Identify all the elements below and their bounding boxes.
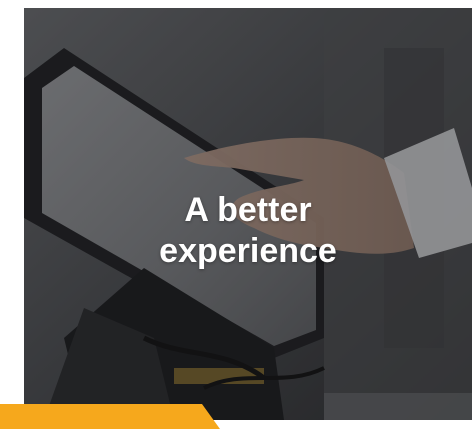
headline-line-1: A better xyxy=(184,191,312,229)
headline-line-2: experience xyxy=(159,232,337,270)
accent-tab xyxy=(0,404,220,429)
hero-card: A better experience xyxy=(24,8,472,420)
hero-headline: A better experience xyxy=(24,190,472,272)
